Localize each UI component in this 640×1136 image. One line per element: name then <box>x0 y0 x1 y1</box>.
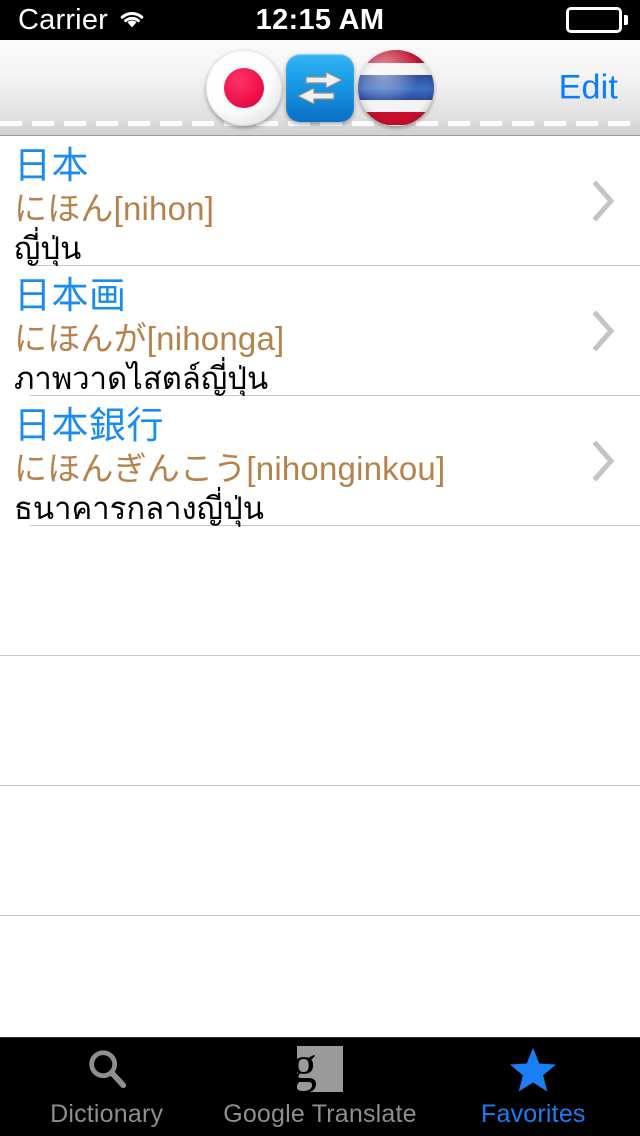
app-screen: Carrier 12:15 AM Edit 日本 にほん[nihon] ญี่ป… <box>0 0 640 1136</box>
entry-reading: にほんぎんこう[nihonginkou] <box>14 450 446 487</box>
swap-arrows-icon[interactable] <box>286 53 354 122</box>
navigation-bar: Edit <box>0 40 640 136</box>
list-item[interactable]: 日本 にほん[nihon] ญี่ปุ่น <box>0 136 640 266</box>
entry-meaning: ภาพวาดไสตล์ญี่ปุ่น <box>14 361 269 396</box>
entry-meaning: ธนาคารกลางญี่ปุ่น <box>14 491 264 526</box>
clock-label: 12:15 AM <box>255 3 385 36</box>
empty-list-row <box>0 916 640 1046</box>
list-item-text: 日本銀行 にほんぎんこう[nihonginkou] ธนาคารกลางญี่ป… <box>0 396 640 529</box>
tab-label: Google Translate <box>223 1100 417 1128</box>
thailand-flag-icon[interactable] <box>358 49 434 126</box>
entry-headword: 日本銀行 <box>14 405 164 446</box>
entry-reading: にほんが[nihonga] <box>14 320 285 357</box>
tab-bar: Dictionary g Google Translate Favorites <box>0 1037 640 1136</box>
chevron-right-icon <box>592 439 616 482</box>
japan-flag-icon[interactable] <box>206 49 282 126</box>
tab-google-translate[interactable]: g Google Translate <box>213 1038 426 1136</box>
status-bar: Carrier 12:15 AM <box>0 0 640 40</box>
tab-favorites[interactable]: Favorites <box>427 1038 640 1136</box>
empty-list-row <box>0 656 640 786</box>
search-icon <box>84 1045 130 1093</box>
entry-headword: 日本画 <box>14 275 127 316</box>
list-item[interactable]: 日本画 にほんが[nihonga] ภาพวาดไสตล์ญี่ปุ่น <box>0 266 640 396</box>
entry-meaning: ญี่ปุ่น <box>14 231 82 266</box>
list-item-text: 日本画 にほんが[nihonga] ภาพวาดไสตล์ญี่ปุ่น <box>0 266 640 399</box>
list-item[interactable]: 日本銀行 にほんぎんこう[nihonginkou] ธนาคารกลางญี่ป… <box>0 396 640 526</box>
chevron-right-icon <box>592 179 616 222</box>
entry-headword: 日本 <box>14 145 89 186</box>
list-item-text: 日本 にほん[nihon] ญี่ปุ่น <box>0 136 640 269</box>
edit-button[interactable]: Edit <box>559 68 618 107</box>
chevron-right-icon <box>592 309 616 352</box>
language-selector-group <box>206 49 434 126</box>
entry-reading: にほん[nihon] <box>14 190 215 227</box>
tab-dictionary[interactable]: Dictionary <box>0 1038 213 1136</box>
google-g-icon: g <box>291 1040 343 1093</box>
empty-list-row <box>0 786 640 916</box>
favorites-list[interactable]: 日本 にほん[nihon] ญี่ปุ่น 日本画 にほんが[nihonga] … <box>0 136 640 1046</box>
tab-label: Dictionary <box>50 1100 164 1128</box>
star-icon <box>508 1045 558 1093</box>
tab-label: Favorites <box>481 1100 586 1128</box>
battery-icon <box>566 7 628 33</box>
empty-list-row <box>0 526 640 656</box>
